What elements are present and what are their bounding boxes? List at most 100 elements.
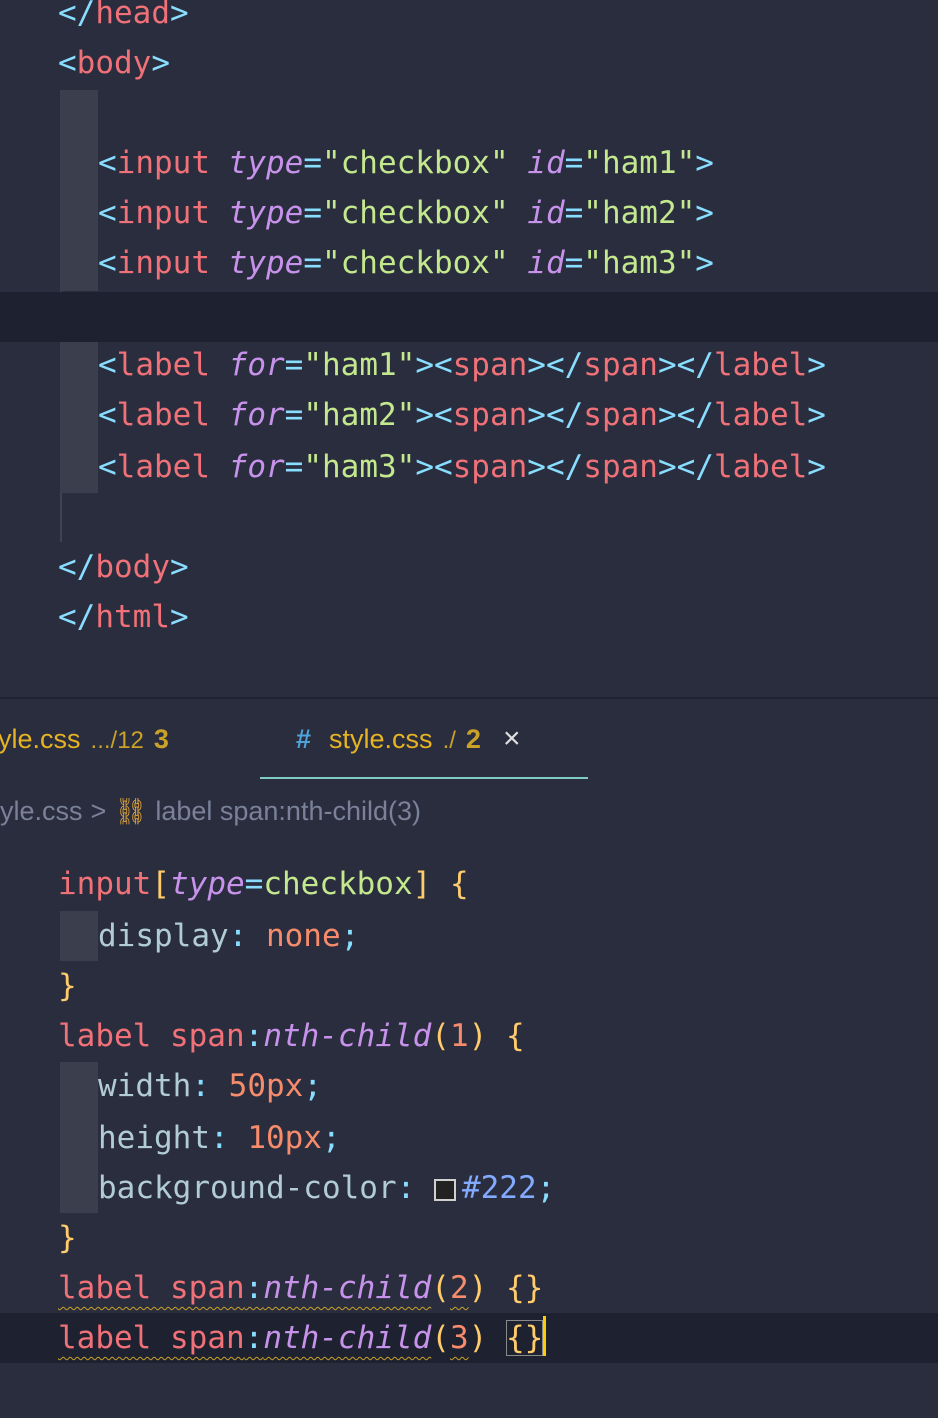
code-text: width: 50px; [98, 1061, 322, 1111]
code-line: <input type="checkbox" id="ham2"> [0, 188, 938, 238]
code-text: height: 10px; [98, 1113, 341, 1163]
code-token: "checkbox" [321, 245, 528, 281]
code-token: ) [468, 1270, 488, 1306]
code-text: <body> [58, 38, 170, 88]
code-token: < [98, 245, 117, 281]
code-token: } [58, 968, 77, 1004]
css-selector-icon: ⛓ [114, 796, 148, 826]
code-token: "checkbox" [321, 195, 528, 231]
code-token: : [244, 1270, 264, 1306]
css-editor-pane[interactable]: yle.css .../12 3 # style.css ./2 × yle.css > ⛓ l… [0, 699, 938, 1418]
code-token: input [116, 245, 229, 281]
code-token: label [116, 347, 229, 383]
code-token: = [564, 245, 584, 281]
code-token: 3 [449, 1320, 469, 1356]
code-token: < [98, 347, 117, 383]
code-line: label span:nth-child(1) { [0, 1011, 938, 1061]
code-token: none [265, 918, 341, 954]
code-token: 2 [449, 1270, 469, 1306]
code-token: checkbox [263, 866, 413, 902]
active-tab-indicator [260, 777, 588, 779]
code-token: > [695, 245, 714, 281]
code-token: height [98, 1120, 210, 1156]
code-token: < [98, 145, 117, 181]
code-token: "ham2" [303, 397, 416, 433]
code-line: height: 10px; [0, 1113, 938, 1163]
html-editor-pane[interactable]: </head> <body> <input type="checkbox" id… [0, 0, 938, 698]
active-code-line[interactable] [0, 292, 938, 342]
code-token: ; [321, 1120, 341, 1156]
code-line: display: none; [0, 911, 938, 961]
code-token: ) [468, 1320, 488, 1356]
code-text: </html> [58, 592, 189, 642]
color-swatch[interactable] [433, 1179, 456, 1201]
code-token: id [527, 245, 565, 281]
code-token: 1 [449, 1018, 469, 1054]
code-token: "ham1" [583, 145, 696, 181]
code-token: = [564, 145, 584, 181]
code-token: id [527, 145, 565, 181]
code-token: type [228, 195, 304, 231]
code-token: 50px [228, 1068, 304, 1104]
tab-style-css-12[interactable]: yle.css .../12 3 [0, 699, 169, 779]
breadcrumb-symbol[interactable]: label span:nth-child(3) [155, 796, 421, 826]
code-token: ( [431, 1320, 450, 1356]
code-token: = [303, 195, 322, 231]
code-text: } [58, 1213, 77, 1263]
code-token: >< [415, 397, 453, 433]
code-token: < [98, 397, 117, 433]
code-token: nth-child [263, 1018, 432, 1054]
tab-style-css-active[interactable]: # style.css ./ 2 × [296, 699, 520, 779]
code-token: ; [303, 1068, 322, 1104]
code-text: <label for="ham1"><span></span></label> [98, 340, 826, 390]
tab-directory: ./ [442, 727, 456, 754]
code-token: = [244, 866, 264, 902]
code-token: "ham3" [583, 245, 696, 281]
code-token: id [527, 195, 565, 231]
tab-filename: yle.css [0, 724, 81, 754]
code-text: <input type="checkbox" id="ham1"> [98, 138, 714, 188]
code-line: } [0, 1213, 938, 1263]
code-token: ) [468, 1018, 488, 1054]
code-text: label span:nth-child(3) {} [58, 1313, 547, 1363]
code-text: <input type="checkbox" id="ham3"> [98, 238, 714, 288]
code-token: </ [58, 599, 96, 635]
code-token: label [713, 347, 808, 383]
code-token: width [98, 1068, 192, 1104]
code-token: label span [58, 1270, 245, 1306]
code-token: {} [505, 1270, 544, 1306]
code-token: span [583, 347, 658, 383]
code-token: nth-child [263, 1270, 432, 1306]
active-code-line-warning[interactable]: label span:nth-child(3) {} [0, 1313, 938, 1363]
tab-problem-count: 2 [465, 724, 481, 754]
code-line: </body> [0, 542, 938, 592]
code-token: ( [431, 1270, 450, 1306]
code-line: } [0, 961, 938, 1011]
breadcrumb-file[interactable]: yle.css [0, 796, 83, 826]
code-line: background-color: #222; [0, 1163, 938, 1213]
code-token: for [228, 347, 285, 383]
code-token: = [284, 397, 304, 433]
close-icon[interactable]: × [503, 722, 521, 755]
code-token: [ [151, 866, 170, 902]
code-text: <label for="ham2"><span></span></label> [98, 390, 826, 440]
code-text: } [58, 961, 77, 1011]
code-text: background-color: #222; [98, 1163, 555, 1213]
code-token: ; [340, 918, 360, 954]
code-text: </head> [58, 0, 189, 38]
code-token: ></ [657, 347, 714, 383]
code-token: ></ [657, 449, 714, 485]
code-token: > [151, 45, 170, 81]
code-token: > [807, 347, 826, 383]
code-token: type [228, 145, 304, 181]
code-token: ></ [527, 397, 584, 433]
breadcrumb-separator: > [90, 796, 107, 826]
code-token: } [58, 1220, 77, 1256]
tab-filename: style.css [329, 724, 433, 754]
code-token: ( [431, 1018, 450, 1054]
code-token: label [116, 449, 229, 485]
code-token: : [191, 1068, 229, 1104]
code-token: : [244, 1320, 264, 1356]
code-token: > [807, 397, 826, 433]
